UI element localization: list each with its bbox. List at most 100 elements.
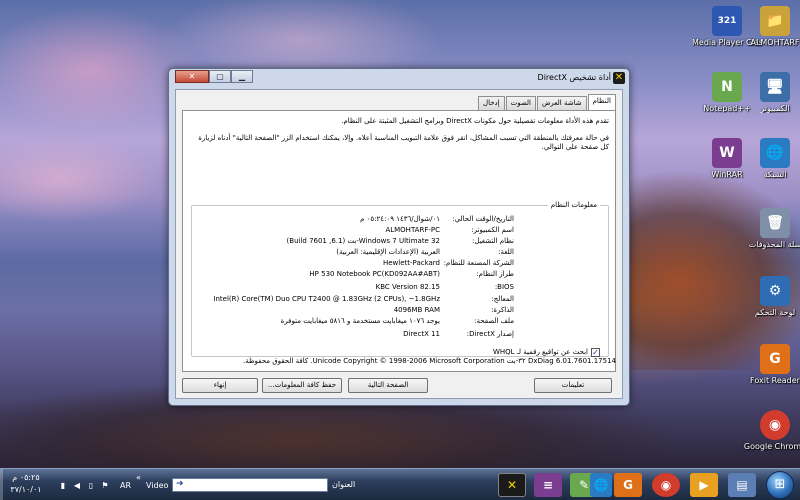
foxit-task[interactable]: G [614,473,642,497]
desktop-icon-almohtarf-folder[interactable]: 📁 ALMOHTARF [740,6,800,47]
window-controls: ✕ ▢ ▁ [175,70,253,83]
directx-icon: ✕ [613,72,625,84]
control-panel-icon: ⚙ [760,276,790,306]
directx-task[interactable]: ✕ [498,473,526,497]
network-task[interactable]: 🌐 [590,473,612,497]
desktop-icon-label: لوحة التحكم [754,308,796,317]
desktop-icon-google-chrome[interactable]: ◉ Google Chrome [740,410,800,451]
info-row-operating-system: نظام التشغيل: Windows 7 Ultimate 32-بت (… [192,236,610,247]
info-label: إصدار DirectX: [466,330,514,338]
clock-date: ٣٧/١٠/٠١ [10,485,42,494]
show-desktop-button[interactable] [0,469,3,500]
tab-display[interactable]: شاشة العرض [536,96,587,110]
info-row-language: اللغة: العربية (الإعدادات الإقليمية: الع… [192,247,610,258]
recycle-bin-icon: 🗑 [760,208,790,238]
next-page-button[interactable]: الصفحة التالية [348,378,428,393]
clock-time: ٠٥:٢٥ م [12,473,40,482]
system-tab-panel: تقدم هذه الأداة معلومات تفصيلية حول مكون… [182,110,616,372]
info-label: المعالج: [491,295,514,303]
video-toolbar-label[interactable]: Video [146,481,168,490]
close-button[interactable]: ✕ [175,70,209,83]
chrome-task[interactable]: ◉ [652,473,680,497]
desktop-icon-control-panel[interactable]: ⚙ لوحة التحكم [740,276,800,317]
desktop-icon-label: Google Chrome [743,442,800,451]
toolbar-chevron[interactable]: « [136,473,141,482]
computer-icon: 🖥 [760,72,790,102]
info-value: ALMOHTARF-PC [385,226,440,234]
info-value: ٠١/شوال/١٤٣٦ ٠٥:٢٤:٠٩ م [360,215,440,223]
info-value: يوجد ١٠٧٦ ميغابايت مستخدمة و ٥٨١٦ ميغابا… [280,317,440,325]
desktop-icon-label: الشبكة [763,170,787,179]
info-label: الشركة المصنعة للنظام: [443,259,514,267]
dxdiag-window: ✕ ▢ ▁ أداة تشخيص DirectX ✕ النظام شاشة ا… [168,68,630,406]
intro-paragraph-1: تقدم هذه الأداة معلومات تفصيلية حول مكون… [341,117,609,125]
intro-text: تقدم هذه الأداة معلومات تفصيلية حول مكون… [189,117,609,160]
help-button[interactable]: تعليمات [534,378,612,393]
info-row-page-file: ملف الصفحة: يوجد ١٠٧٦ ميغابايت مستخدمة و… [192,316,610,327]
start-button[interactable]: ⊞ [766,471,794,499]
info-row-directx-version: إصدار DirectX: DirectX 11 [192,329,610,340]
info-value: Windows 7 Ultimate 32-بت (6.1, Build 760… [286,237,440,245]
info-row-memory: الذاكرة: 4096MB RAM [192,305,610,316]
signal-icon[interactable]: ▮ [58,481,68,490]
info-value: HP 530 Notebook PC(KD092AA#ABT) [309,270,440,278]
tab-sound[interactable]: الصوت [505,96,536,110]
info-label: ملف الصفحة: [474,317,514,325]
info-row-computer-name: اسم الكمبيوتر: ALMOHTARF-PC [192,225,610,236]
info-label: طراز النظام: [476,270,514,278]
maximize-button[interactable]: ▢ [209,70,231,83]
foxit-reader-icon: G [760,344,790,374]
address-toolbar-input[interactable] [172,478,328,492]
info-label: الذاكرة: [491,306,514,314]
info-row-datetime: التاريخ/الوقت الحالي: ٠١/شوال/١٤٣٦ ٠٥:٢٤… [192,214,610,225]
info-row-bios: BIOS: KBC Version 82.15 [192,282,610,293]
save-all-info-button[interactable]: حفظ كافة المعلومات... [262,378,342,393]
desktop-icon-foxit-reader[interactable]: G Foxit Reader [740,344,800,385]
info-label: اللغة: [498,248,514,256]
copyright-text: DxDiag 6.01.7601.17514 ٣٢-بت Unicode Cop… [243,357,616,365]
language-indicator[interactable]: AR [120,481,131,490]
info-label: BIOS: [494,283,514,291]
explorer-task[interactable]: ▤ [728,473,756,497]
media-player-icon: 321 [712,6,742,36]
info-value: Intel(R) Core(TM) Duo CPU T2400 @ 1.83GH… [213,295,440,303]
info-label: التاريخ/الوقت الحالي: [452,215,514,223]
battery-icon[interactable]: ▯ [86,481,96,490]
window-client: النظام شاشة العرض الصوت إدخال تقدم هذه ا… [175,89,623,399]
desktop-icon-label: ALMOHTARF [750,38,800,47]
tab-system[interactable]: النظام [587,94,616,110]
taskbar-clock[interactable]: ٠٥:٢٥ م ٣٧/١٠/٠١ [4,472,48,496]
info-value: KBC Version 82.15 [375,283,440,291]
tab-strip: النظام شاشة العرض الصوت إدخال [477,94,616,110]
info-value: العربية (الإعدادات الإقليمية: العربية) [336,248,440,256]
button-row: تعليمات الصفحة التالية حفظ كافة المعلوما… [176,378,622,394]
info-row-system-model: طراز النظام: HP 530 Notebook PC(KD092AA#… [192,269,610,280]
system-info-title: معلومات النظام [547,200,600,210]
volume-icon[interactable]: ◀ [72,481,82,490]
info-label: نظام التشغيل: [472,237,514,245]
chrome-icon: ◉ [760,410,790,440]
window-titlebar[interactable]: ✕ ▢ ▁ أداة تشخيص DirectX ✕ [169,69,629,89]
tab-input[interactable]: إدخال [478,96,505,110]
system-info-group: معلومات النظام التاريخ/الوقت الحالي: ٠١/… [191,200,610,357]
info-row-manufacturer: الشركة المصنعة للنظام: Hewlett-Packard [192,258,610,269]
info-row-processor: المعالج: Intel(R) Core(TM) Duo CPU T2400… [192,294,610,305]
winrar-task[interactable]: ≡ [534,473,562,497]
media-task[interactable]: ▶ [690,473,718,497]
desktop-icon-network[interactable]: 🌐 الشبكة [740,138,800,179]
info-value: Hewlett-Packard [382,259,440,267]
folder-icon: 📁 [760,6,790,36]
exit-button[interactable]: إنهاء [182,378,258,393]
desktop-icon-label: الكمبيوتر [760,104,790,113]
window-title: أداة تشخيص DirectX [537,73,611,82]
desktop-icon-label: سلة المحذوفات [748,240,800,249]
desktop-icon-label: Foxit Reader [750,376,800,385]
notepad-icon: N [712,72,742,102]
intro-paragraph-2: في حالة معرفتك بالمنطقة التي تسبب المشاك… [198,134,609,151]
minimize-button[interactable]: ▁ [231,70,253,83]
taskbar: ٠٥:٢٥ م ٣٧/١٠/٠١ ▮ ◀ ▯ ⚑ AR « Video ➜ ال… [0,468,800,500]
flag-icon[interactable]: ⚑ [100,481,110,490]
address-go-icon[interactable]: ➜ [176,479,184,489]
desktop-icon-recycle-bin[interactable]: 🗑 سلة المحذوفات [740,208,800,249]
desktop-icon-computer[interactable]: 🖥 الكمبيوتر [740,72,800,113]
